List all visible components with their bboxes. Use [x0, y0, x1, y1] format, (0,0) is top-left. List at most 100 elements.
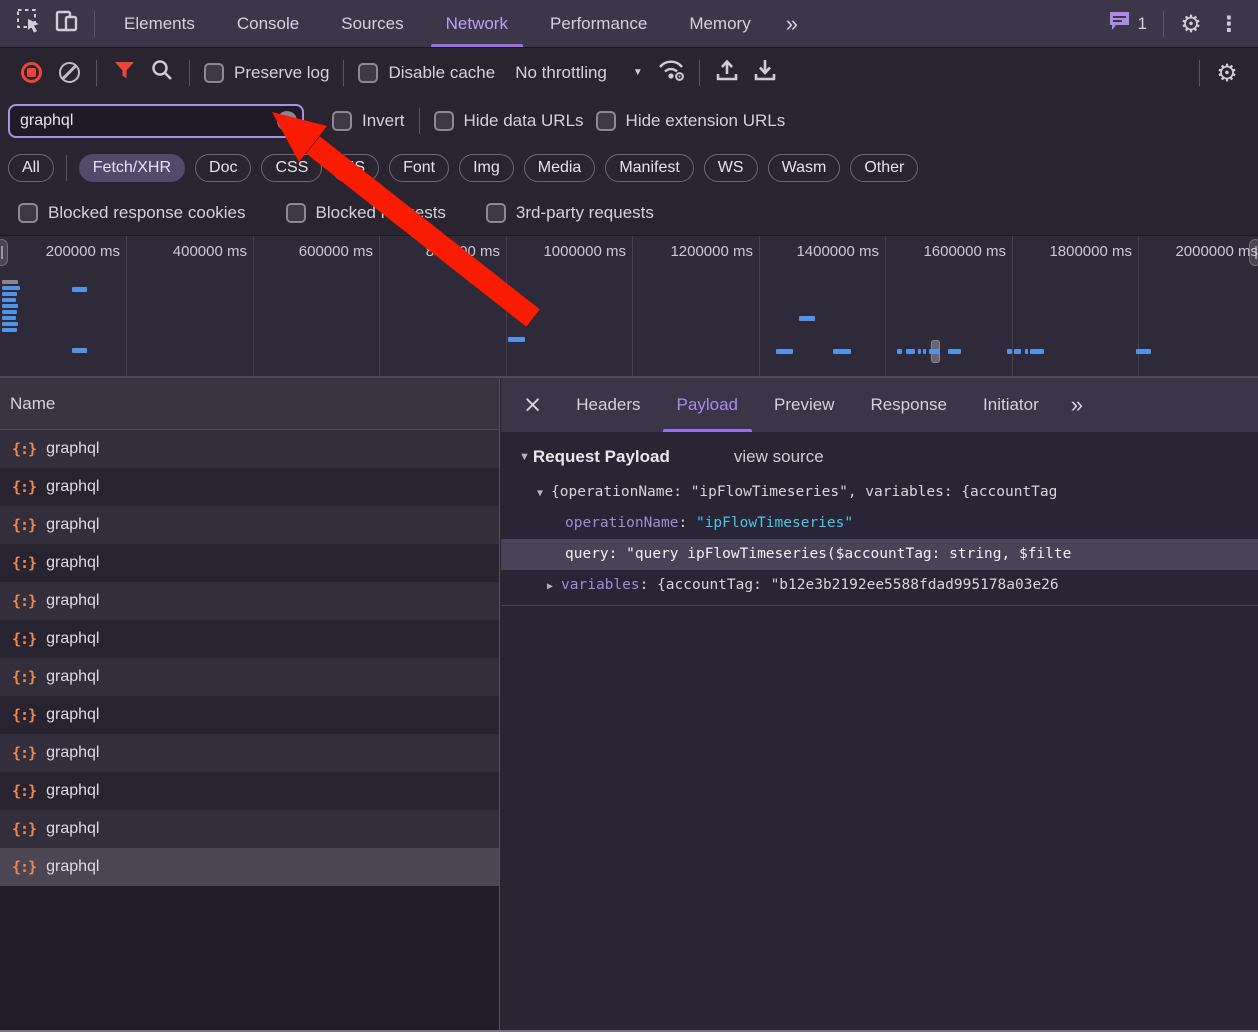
blocked-requests-checkbox[interactable]: [286, 203, 306, 223]
timeline-tick-label: 1800000 ms: [1006, 243, 1132, 260]
disable-cache-toggle[interactable]: Disable cache: [358, 63, 495, 83]
request-row[interactable]: {:}graphql: [0, 620, 499, 658]
colon: :: [609, 546, 626, 562]
json-resource-icon: {:}: [12, 782, 36, 800]
filter-box: ×: [8, 104, 304, 138]
detail-tab-payload[interactable]: Payload: [659, 378, 756, 432]
request-row[interactable]: {:}graphql: [0, 544, 499, 582]
waterfall-bar: [1030, 349, 1044, 354]
expand-triangle-icon[interactable]: ▼: [537, 488, 543, 499]
request-row[interactable]: {:}graphql: [0, 468, 499, 506]
detail-tab-initiator[interactable]: Initiator: [965, 378, 1057, 432]
collapse-triangle-icon: ▼: [519, 451, 530, 463]
divider: [419, 108, 420, 134]
preserve-log-checkbox[interactable]: [204, 63, 224, 83]
payload-root-row[interactable]: ▼ {operationName: "ipFlowTimeseries", var…: [501, 477, 1258, 508]
network-conditions-button[interactable]: [653, 53, 691, 93]
third-party-requests-checkbox[interactable]: [486, 203, 506, 223]
issues-button[interactable]: 1: [1100, 11, 1155, 36]
json-resource-icon: {:}: [12, 706, 36, 724]
request-row[interactable]: {:}graphql: [0, 734, 499, 772]
filter-chip-js[interactable]: JS: [332, 154, 379, 182]
third-party-requests-toggle[interactable]: 3rd-party requests: [486, 203, 654, 223]
network-settings-button[interactable]: ⚙: [1208, 53, 1246, 93]
record-network-log-button[interactable]: [12, 53, 50, 93]
filter-input[interactable]: [8, 104, 304, 138]
throttling-select[interactable]: No throttling ▼: [515, 63, 643, 83]
timeline-tick-label: 400000 ms: [121, 243, 247, 260]
tab-memory[interactable]: Memory: [668, 0, 771, 47]
blocked-response-cookies-checkbox[interactable]: [18, 203, 38, 223]
request-row[interactable]: {:} graphql: [0, 696, 499, 734]
filter-chip-ws[interactable]: WS: [704, 154, 758, 182]
detail-tab-response[interactable]: Response: [852, 378, 965, 432]
request-row[interactable]: {:}graphql: [0, 658, 499, 696]
payload-operation-row[interactable]: operationName: "ipFlowTimeseries": [501, 508, 1258, 539]
tab-elements[interactable]: Elements: [103, 0, 216, 47]
export-har-button[interactable]: [746, 53, 784, 93]
payload-variables-row[interactable]: ▶variables: {accountTag: "b12e3b2192ee55…: [501, 570, 1258, 601]
device-toolbar-icon: [53, 8, 81, 39]
filter-chip-media[interactable]: Media: [524, 154, 596, 182]
detail-tab-headers[interactable]: Headers: [558, 378, 658, 432]
request-payload-section-header[interactable]: ▼ Request Payload view source: [501, 432, 1258, 469]
tab-performance[interactable]: Performance: [529, 0, 668, 47]
expand-triangle-icon[interactable]: ▶: [547, 581, 553, 592]
hide-data-urls-toggle[interactable]: Hide data URLs: [434, 111, 584, 131]
payload-root-preview: {operationName: "ipFlowTimeseries", vari…: [551, 484, 1057, 500]
device-toolbar-button[interactable]: [48, 4, 86, 44]
request-row[interactable]: {:}graphql: [0, 810, 499, 848]
detail-tab-preview[interactable]: Preview: [756, 378, 852, 432]
invert-toggle[interactable]: Invert: [332, 111, 405, 131]
blocked-requests-label: Blocked requests: [316, 203, 446, 223]
overflow-menu-button[interactable]: ⋮: [1210, 4, 1248, 44]
hide-data-urls-checkbox[interactable]: [434, 111, 454, 131]
filter-chip-img[interactable]: Img: [459, 154, 514, 182]
close-detail-button[interactable]: ×: [507, 392, 558, 418]
settings-button[interactable]: ⚙: [1172, 4, 1210, 44]
more-panels-button[interactable]: »: [772, 11, 814, 37]
tab-sources[interactable]: Sources: [320, 0, 424, 47]
clear-filter-button[interactable]: ×: [277, 111, 297, 131]
more-detail-tabs-button[interactable]: »: [1057, 392, 1099, 418]
filter-chip-fetch-xhr[interactable]: Fetch/XHR: [79, 154, 185, 182]
disable-cache-checkbox[interactable]: [358, 63, 378, 83]
request-name: graphql: [46, 592, 99, 610]
request-name: graphql: [46, 706, 99, 724]
payload-query-row[interactable]: query: "query ipFlowTimeseries($accountT…: [501, 539, 1258, 570]
blocked-response-cookies-toggle[interactable]: Blocked response cookies: [18, 203, 246, 223]
inspect-element-button[interactable]: [10, 4, 48, 44]
request-row[interactable]: {:}graphql: [0, 848, 499, 886]
divider: [189, 60, 190, 86]
name-column-header[interactable]: Name: [0, 378, 499, 430]
preserve-log-toggle[interactable]: Preserve log: [204, 63, 329, 83]
filter-chip-manifest[interactable]: Manifest: [605, 154, 693, 182]
overview-timeline[interactable]: 200000 ms400000 ms600000 ms800000 ms1000…: [0, 235, 1258, 378]
request-row[interactable]: {:}graphql: [0, 582, 499, 620]
hide-extension-urls-toggle[interactable]: Hide extension URLs: [596, 111, 786, 131]
tab-console[interactable]: Console: [216, 0, 320, 47]
filter-chip-other[interactable]: Other: [850, 154, 918, 182]
import-har-button[interactable]: [708, 53, 746, 93]
clear-network-log-button[interactable]: [50, 53, 88, 93]
request-row[interactable]: {:}graphql: [0, 430, 499, 468]
filter-chip-font[interactable]: Font: [389, 154, 449, 182]
invert-checkbox[interactable]: [332, 111, 352, 131]
hide-extension-urls-checkbox[interactable]: [596, 111, 616, 131]
inspect-cursor-icon: [16, 8, 43, 40]
tab-network[interactable]: Network: [425, 0, 529, 47]
clear-icon: [59, 62, 80, 83]
filter-chip-wasm[interactable]: Wasm: [768, 154, 841, 182]
waterfall-bar: [1025, 349, 1028, 354]
divider: [96, 60, 97, 86]
property-key: operationName: [565, 515, 679, 531]
filter-toggle-button[interactable]: [105, 53, 143, 93]
filter-chip-all[interactable]: All: [8, 154, 54, 182]
view-source-link[interactable]: view source: [734, 447, 824, 467]
blocked-requests-toggle[interactable]: Blocked requests: [286, 203, 446, 223]
filter-chip-doc[interactable]: Doc: [195, 154, 251, 182]
search-button[interactable]: [143, 53, 181, 93]
request-row[interactable]: {:}graphql: [0, 772, 499, 810]
filter-chip-css[interactable]: CSS: [261, 154, 322, 182]
request-row[interactable]: {:}graphql: [0, 506, 499, 544]
